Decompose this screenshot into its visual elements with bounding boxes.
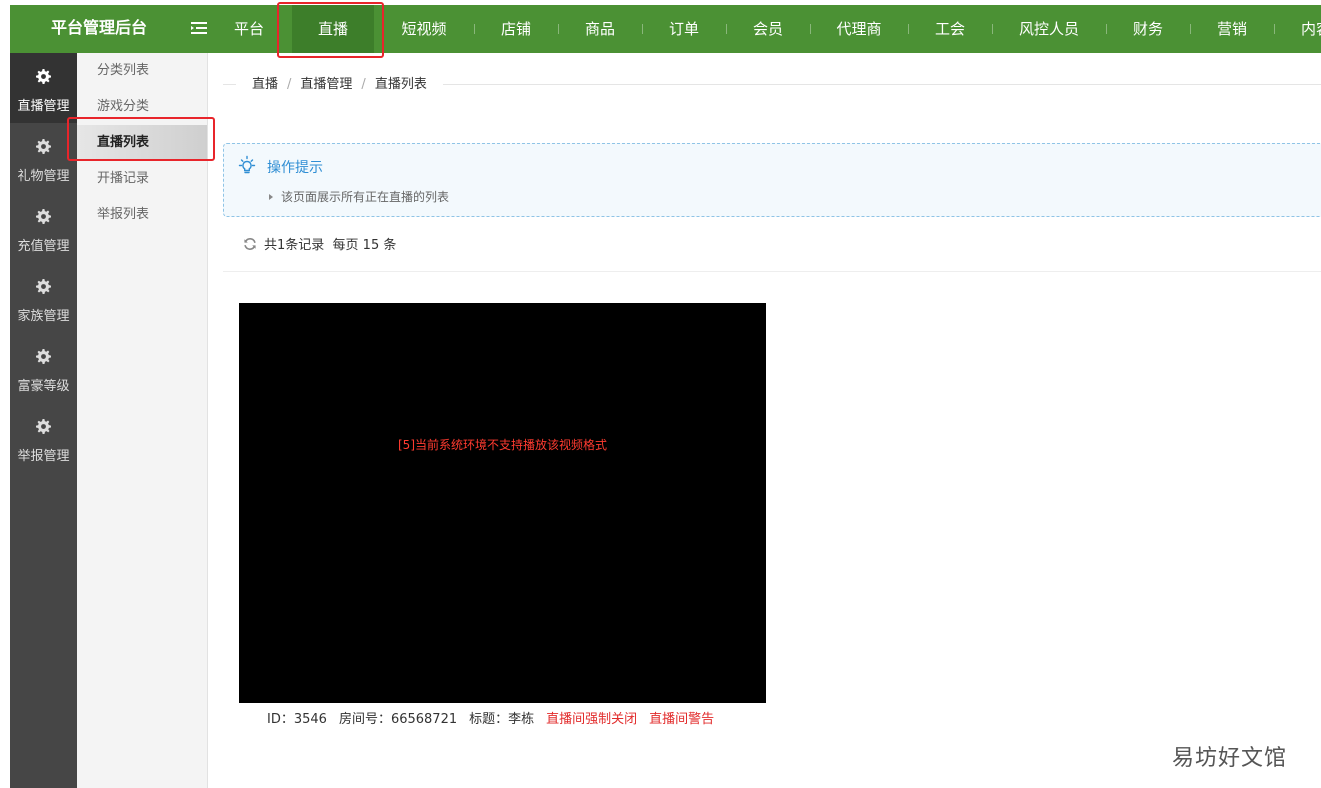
submenu-item-broadcast-records[interactable]: 开播记录 xyxy=(77,161,207,197)
bullet-triangle-icon xyxy=(269,194,273,200)
nav-item-orders[interactable]: 订单 xyxy=(642,5,726,53)
nav-item-live[interactable]: 直播 xyxy=(292,5,374,53)
sidebar-item-family-management[interactable]: 家族管理 xyxy=(10,263,77,333)
sidebar-item-wealth-level[interactable]: 富豪等级 xyxy=(10,333,77,403)
nav-item-content[interactable]: 内容 xyxy=(1274,5,1321,53)
nav-item-agents[interactable]: 代理商 xyxy=(810,5,908,53)
watermark: 易坊好文馆 xyxy=(1172,746,1288,771)
brand-title: 平台管理后台 xyxy=(50,18,147,37)
gear-icon xyxy=(36,209,51,224)
icon-sidebar: 直播管理 礼物管理 充值管理 家族管理 富豪等级 举报管理 xyxy=(10,53,77,788)
nav-item-members[interactable]: 会员 xyxy=(726,5,810,53)
gear-icon xyxy=(36,139,51,154)
breadcrumb-separator: / xyxy=(287,77,292,92)
gear-icon xyxy=(36,349,51,364)
gear-icon xyxy=(36,69,51,84)
sidebar-item-gift-management[interactable]: 礼物管理 xyxy=(10,123,77,193)
breadcrumb-item-live-management[interactable]: 直播管理 xyxy=(300,77,352,92)
video-player[interactable]: [5]当前系统环境不支持播放该视频格式 xyxy=(239,303,766,703)
gear-icon xyxy=(36,419,51,434)
nav-item-platform[interactable]: 平台 xyxy=(220,5,278,53)
nav-item-union[interactable]: 工会 xyxy=(908,5,992,53)
nav-item-goods[interactable]: 商品 xyxy=(558,5,642,53)
gear-icon xyxy=(36,279,51,294)
player-error-message: [5]当前系统环境不支持播放该视频格式 xyxy=(398,438,607,452)
nav-item-marketing[interactable]: 营销 xyxy=(1190,5,1274,53)
live-room-number: 房间号：66568721 xyxy=(338,712,458,727)
live-room-info: ID：3546 房间号：66568721 标题：李栋 直播间强制关闭 直播间警告 xyxy=(267,711,726,729)
live-id: ID：3546 xyxy=(267,712,327,727)
nav-item-shop[interactable]: 店铺 xyxy=(474,5,558,53)
breadcrumb-item-live[interactable]: 直播 xyxy=(252,77,278,92)
warn-link[interactable]: 直播间警告 xyxy=(649,712,714,727)
sidebar-item-label: 富豪等级 xyxy=(17,379,70,394)
lightbulb-icon xyxy=(238,155,256,174)
submenu-item-game-category[interactable]: 游戏分类 xyxy=(77,89,207,125)
sidebar-item-report-management[interactable]: 举报管理 xyxy=(10,403,77,473)
page-edge xyxy=(0,0,10,788)
tips-text: 该页面展示所有正在直播的列表 xyxy=(281,190,450,204)
sidebar-item-label: 家族管理 xyxy=(17,309,70,324)
live-title: 标题：李栋 xyxy=(469,712,535,727)
submenu-item-report-list[interactable]: 举报列表 xyxy=(77,197,207,233)
tips-title: 操作提示 xyxy=(267,160,323,176)
operation-tips-panel: 操作提示 该页面展示所有正在直播的列表 xyxy=(223,143,1321,217)
sidebar-item-label: 礼物管理 xyxy=(17,169,70,184)
sidebar-item-label: 直播管理 xyxy=(17,99,70,114)
breadcrumb-separator: / xyxy=(361,77,366,92)
breadcrumb-item-live-list: 直播列表 xyxy=(374,77,427,92)
nav-item-short-video[interactable]: 短视频 xyxy=(382,5,466,53)
force-close-link[interactable]: 直播间强制关闭 xyxy=(546,712,637,727)
tips-line: 该页面展示所有正在直播的列表 xyxy=(269,188,449,205)
section-divider xyxy=(223,271,1321,272)
sidebar-item-label: 充值管理 xyxy=(17,239,70,254)
breadcrumb: 直播 / 直播管理 / 直播列表 xyxy=(236,76,443,94)
refresh-icon[interactable] xyxy=(243,237,257,251)
sidebar-item-label: 举报管理 xyxy=(17,449,70,464)
sidebar-item-live-management[interactable]: 直播管理 xyxy=(10,53,77,123)
sidebar-item-recharge-management[interactable]: 充值管理 xyxy=(10,193,77,263)
sub-menu: 分类列表 游戏分类 直播列表 开播记录 举报列表 xyxy=(77,53,208,788)
records-summary: 共1条记录 每页 15 条 xyxy=(243,237,396,255)
submenu-item-category-list[interactable]: 分类列表 xyxy=(77,53,207,89)
record-count: 共1条记录 xyxy=(264,238,325,253)
nav-item-risk-control[interactable]: 风控人员 xyxy=(992,5,1106,53)
top-nav-bar: 平台管理后台 平台 直播 短视频 店铺 商品 订单 会员 代理商 工会 风控人员… xyxy=(10,5,1321,53)
menu-toggle-icon[interactable] xyxy=(191,20,207,36)
submenu-item-live-list[interactable]: 直播列表 xyxy=(77,125,207,161)
page-size: 每页 15 条 xyxy=(332,238,397,253)
nav-item-finance[interactable]: 财务 xyxy=(1106,5,1190,53)
main-content: 直播/直播管理/直播列表 操作提示 该页面展示所有正在直播的列表 共1条 xyxy=(208,53,1321,788)
